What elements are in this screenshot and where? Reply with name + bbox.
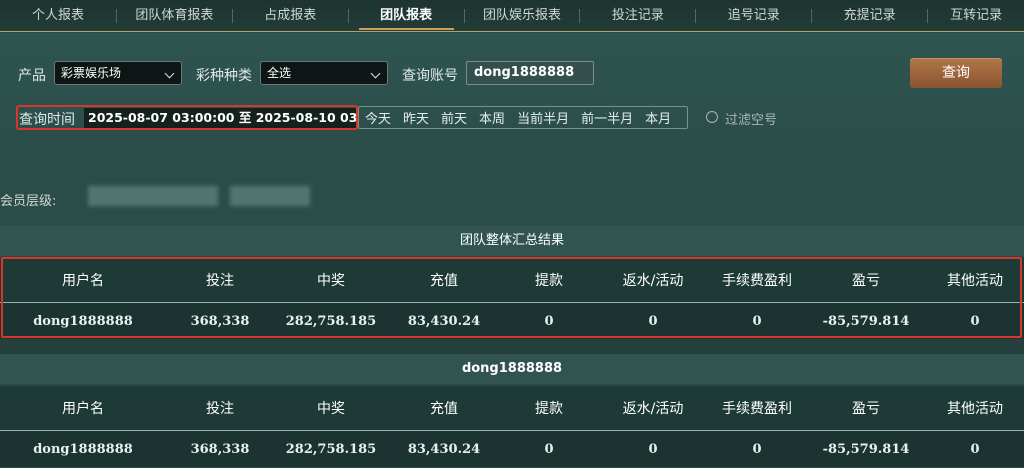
filter-panel bbox=[0, 33, 1024, 150]
chevron-down-icon bbox=[164, 68, 175, 79]
cell-bet: 368,338 bbox=[190, 441, 250, 457]
category-select[interactable]: 全选 bbox=[260, 61, 388, 85]
product-select[interactable]: 彩票娱乐场 bbox=[54, 61, 182, 85]
header-win: 中奖 bbox=[317, 401, 345, 417]
header-profit-loss: 盈亏 bbox=[852, 401, 880, 417]
category-select-value: 全选 bbox=[267, 66, 292, 80]
cell-fee-profit: 0 bbox=[752, 441, 762, 457]
detail-table-header: 用户名 投注 中奖 充值 提款 返水/活动 手续费盈利 盈亏 其他活动 bbox=[0, 386, 1024, 430]
quick-range-yesterday[interactable]: 昨天 bbox=[397, 108, 435, 127]
product-label: 产品 bbox=[18, 68, 46, 84]
tab-team-sports-report[interactable]: 团队体育报表 bbox=[117, 0, 232, 32]
quick-range-current-half-month[interactable]: 当前半月 bbox=[511, 108, 575, 127]
tabs-underline bbox=[0, 31, 1024, 32]
account-input[interactable]: dong1888888 bbox=[466, 61, 594, 85]
product-select-value: 彩票娱乐场 bbox=[61, 66, 122, 80]
report-tabs: 个人报表 团队体育报表 占成报表 团队报表 团队娱乐报表 投注记录 追号记录 充… bbox=[0, 0, 1024, 32]
header-other-activity: 其他活动 bbox=[947, 401, 1003, 417]
quick-range-day-before[interactable]: 前天 bbox=[435, 108, 473, 127]
tab-transfer-records[interactable]: 互转记录 bbox=[928, 0, 1024, 32]
tab-team-entertainment-report[interactable]: 团队娱乐报表 bbox=[465, 0, 580, 32]
member-level-label: 会员层级: bbox=[0, 194, 57, 209]
tab-deposit-withdraw-records[interactable]: 充提记录 bbox=[812, 0, 927, 32]
tab-bet-records[interactable]: 投注记录 bbox=[580, 0, 695, 32]
table-row: dong1888888 368,338 282,758.185 83,430.2… bbox=[0, 431, 1024, 467]
quick-range-group: 今天 昨天 前天 本周 当前半月 前一半月 本月 bbox=[358, 106, 688, 129]
quick-range-this-week[interactable]: 本周 bbox=[473, 108, 511, 127]
chevron-down-icon bbox=[370, 68, 381, 79]
header-bet: 投注 bbox=[206, 401, 234, 417]
header-fee-profit: 手续费盈利 bbox=[722, 401, 792, 417]
query-button[interactable]: 查询 bbox=[910, 58, 1002, 88]
cell-win: 282,758.185 bbox=[285, 441, 377, 457]
account-label: 查询账号 bbox=[402, 68, 458, 84]
summary-title: 团队整体汇总结果 bbox=[0, 226, 1024, 256]
summary-highlight-frame bbox=[1, 257, 1022, 338]
cell-deposit: 83,430.24 bbox=[407, 441, 481, 457]
time-range-input[interactable]: 2025-08-07 03:00:00 至 2025-08-10 03:00:0 bbox=[84, 108, 356, 128]
quick-range-this-month[interactable]: 本月 bbox=[639, 108, 677, 127]
detail-title: dong1888888 bbox=[0, 354, 1024, 384]
cell-profit-loss: -85,579.814 bbox=[822, 441, 910, 457]
section-gap bbox=[0, 339, 1024, 354]
cell-other-activity: 0 bbox=[970, 441, 980, 457]
tab-personal-report[interactable]: 个人报表 bbox=[0, 0, 116, 32]
quick-range-previous-half-month[interactable]: 前一半月 bbox=[575, 108, 639, 127]
time-label: 查询时间 bbox=[19, 112, 75, 128]
header-username: 用户名 bbox=[62, 401, 104, 417]
cell-username: dong1888888 bbox=[33, 441, 133, 457]
quick-range-today[interactable]: 今天 bbox=[359, 108, 397, 127]
tab-chase-records[interactable]: 追号记录 bbox=[696, 0, 811, 32]
redacted-level-block bbox=[230, 186, 310, 206]
filter-empty-radio[interactable] bbox=[706, 111, 718, 123]
redacted-level-block bbox=[88, 186, 218, 206]
filter-empty-label: 过滤空号 bbox=[725, 113, 778, 128]
header-rebate-activity: 返水/活动 bbox=[622, 401, 684, 417]
member-level-row: 会员层级: bbox=[0, 150, 1024, 226]
tab-team-report[interactable]: 团队报表 bbox=[349, 0, 464, 32]
category-label: 彩种种类 bbox=[196, 68, 252, 84]
cell-rebate-activity: 0 bbox=[648, 441, 658, 457]
header-deposit: 充值 bbox=[430, 401, 458, 417]
cell-withdraw: 0 bbox=[544, 441, 554, 457]
header-withdraw: 提款 bbox=[535, 401, 563, 417]
tab-share-report[interactable]: 占成报表 bbox=[233, 0, 348, 32]
